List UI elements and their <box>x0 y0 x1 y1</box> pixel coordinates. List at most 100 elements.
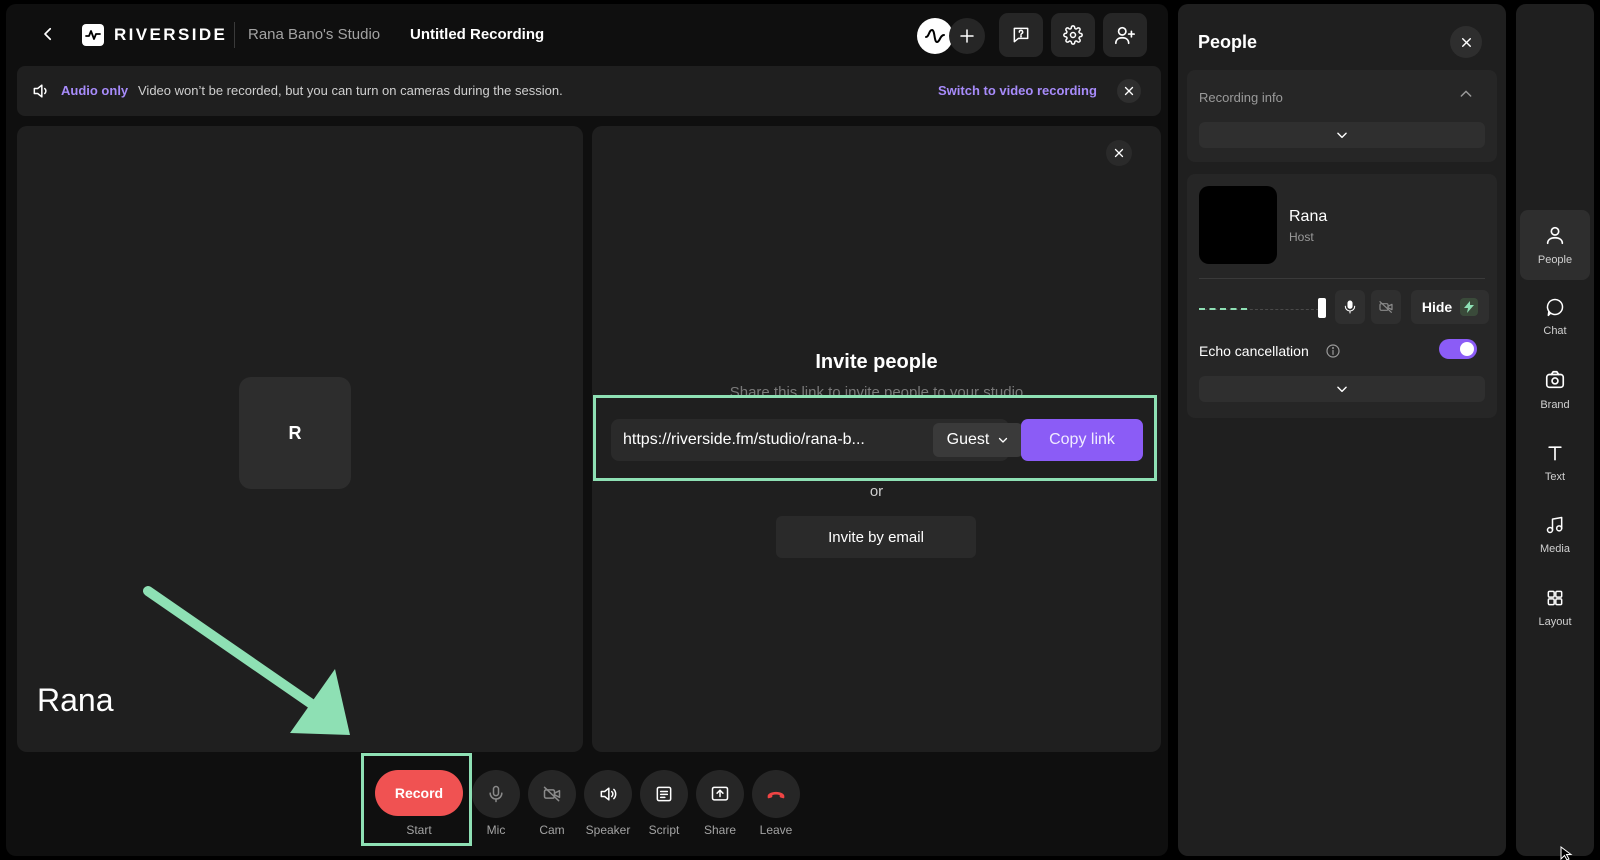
leave-label: Leave <box>759 823 793 837</box>
close-icon <box>1114 148 1124 158</box>
people-panel: People Recording info Rana Host Hide Ech… <box>1178 4 1506 856</box>
participant-more-expand[interactable] <box>1199 376 1485 402</box>
script-icon <box>656 786 672 802</box>
ai-assistant-button[interactable] <box>917 18 953 54</box>
recording-info-section: Recording info <box>1187 70 1497 162</box>
participant-cam-button[interactable] <box>1371 290 1401 324</box>
feedback-icon <box>1013 27 1029 43</box>
participant-thumbnail <box>1199 186 1277 264</box>
hide-participant-button[interactable]: Hide <box>1411 290 1489 324</box>
leave-button[interactable] <box>752 770 800 818</box>
share-button[interactable] <box>696 770 744 818</box>
studio-name[interactable]: Rana Bano's Studio <box>248 26 380 43</box>
chat-icon <box>1546 298 1564 317</box>
people-panel-title: People <box>1198 32 1258 52</box>
speaker-icon <box>600 787 617 801</box>
rail-item-layout[interactable]: Layout <box>1520 573 1590 643</box>
mic-button[interactable] <box>472 770 520 818</box>
brand-icon <box>1545 370 1565 389</box>
echo-cancellation-label: Echo cancellation <box>1199 343 1309 359</box>
invite-title: Invite people <box>815 351 938 373</box>
user-plus-icon <box>1115 26 1135 45</box>
media-icon <box>1546 516 1563 534</box>
rail-label-layout: Layout <box>1538 616 1572 628</box>
riverside-logo: RIVERSIDE <box>82 24 227 46</box>
riverside-logo-icon <box>82 24 104 46</box>
text-icon <box>1548 446 1562 461</box>
cam-button[interactable] <box>528 770 576 818</box>
invite-link-text[interactable]: https://riverside.fm/studio/rana-b... <box>623 431 865 449</box>
rail-label-people: People <box>1537 254 1573 266</box>
chevron-up-icon[interactable] <box>1458 86 1474 107</box>
arrow-annotation-icon <box>140 585 360 750</box>
people-panel-close-button[interactable] <box>1450 26 1482 58</box>
chevron-down-icon <box>1337 132 1347 139</box>
rail-label-chat: Chat <box>1543 325 1567 337</box>
share-icon <box>711 786 729 801</box>
waveform-icon <box>925 29 945 43</box>
cam-off-icon <box>1379 301 1393 313</box>
rail-label-brand: Brand <box>1540 399 1570 411</box>
mic-level-slider[interactable] <box>1318 298 1326 318</box>
feedback-button[interactable] <box>999 13 1043 57</box>
participant-mic-button[interactable] <box>1335 290 1365 324</box>
rail-item-text[interactable]: Text <box>1520 428 1590 498</box>
back-button[interactable] <box>36 22 60 46</box>
record-start-label: Start <box>406 823 432 837</box>
record-button[interactable]: Record <box>375 770 463 816</box>
invite-people-button[interactable] <box>1103 13 1147 57</box>
people-icon <box>1546 226 1564 245</box>
rail-item-people[interactable]: People <box>1520 210 1590 280</box>
script-button[interactable] <box>640 770 688 818</box>
rail-item-brand[interactable]: Brand <box>1520 355 1590 425</box>
rail-item-media[interactable]: Media <box>1520 500 1590 570</box>
participant-card: Rana Host Hide Echo cancellation <box>1187 174 1497 418</box>
rail-label-media: Media <box>1540 543 1570 555</box>
cam-off-icon <box>543 786 561 802</box>
audio-only-label: Audio only <box>61 83 129 98</box>
role-dropdown[interactable]: Guest <box>933 423 1023 457</box>
echo-cancellation-toggle[interactable] <box>1439 339 1477 359</box>
card-divider <box>1199 278 1485 279</box>
lightning-icon <box>1460 298 1479 316</box>
layout-icon <box>1547 590 1563 606</box>
mouse-cursor-icon <box>1560 846 1574 860</box>
copy-link-button[interactable]: Copy link <box>1021 419 1143 461</box>
recording-info-expand[interactable] <box>1199 122 1485 148</box>
invite-panel: Invite people Share this link to invite … <box>592 126 1161 752</box>
speaker-icon <box>31 81 51 106</box>
toggle-knob <box>1460 342 1474 356</box>
rail-item-chat[interactable]: Chat <box>1520 282 1590 352</box>
recording-info-label: Recording info <box>1199 90 1283 105</box>
mic-icon <box>1344 300 1356 314</box>
banner-message: Video won’t be recorded, but you can tur… <box>138 83 563 98</box>
settings-button[interactable] <box>1051 13 1095 57</box>
chevron-down-icon <box>1337 386 1347 393</box>
gear-icon <box>1063 25 1083 45</box>
avatar: R <box>239 377 351 489</box>
side-rail: People Chat Brand Text Media Layout <box>1516 4 1594 856</box>
speaker-button[interactable] <box>584 770 632 818</box>
switch-to-video-link[interactable]: Switch to video recording <box>938 83 1097 98</box>
phone-hangup-icon <box>767 791 785 799</box>
banner-close-button[interactable] <box>1117 79 1141 103</box>
close-icon <box>1124 86 1134 96</box>
recording-title[interactable]: Untitled Recording <box>410 26 544 43</box>
add-button[interactable] <box>949 18 985 54</box>
hide-label: Hide <box>1421 299 1453 315</box>
mic-icon <box>489 785 503 803</box>
brand-name: RIVERSIDE <box>114 25 228 44</box>
role-dropdown-label: Guest <box>946 431 990 448</box>
invite-close-button[interactable] <box>1106 140 1132 166</box>
close-icon <box>1461 37 1471 47</box>
chevron-left-icon <box>44 27 52 41</box>
plus-icon <box>960 29 974 43</box>
mic-level-fill <box>1199 308 1247 310</box>
participant-role: Host <box>1289 230 1314 244</box>
audio-only-banner: Audio only Video won’t be recorded, but … <box>17 66 1161 116</box>
participant-name: Rana <box>37 682 114 718</box>
invite-link-field[interactable]: https://riverside.fm/studio/rana-b... Gu… <box>611 419 1023 461</box>
header-divider <box>234 22 235 48</box>
info-icon[interactable] <box>1325 343 1341 364</box>
invite-by-email-button[interactable]: Invite by email <box>776 516 976 558</box>
